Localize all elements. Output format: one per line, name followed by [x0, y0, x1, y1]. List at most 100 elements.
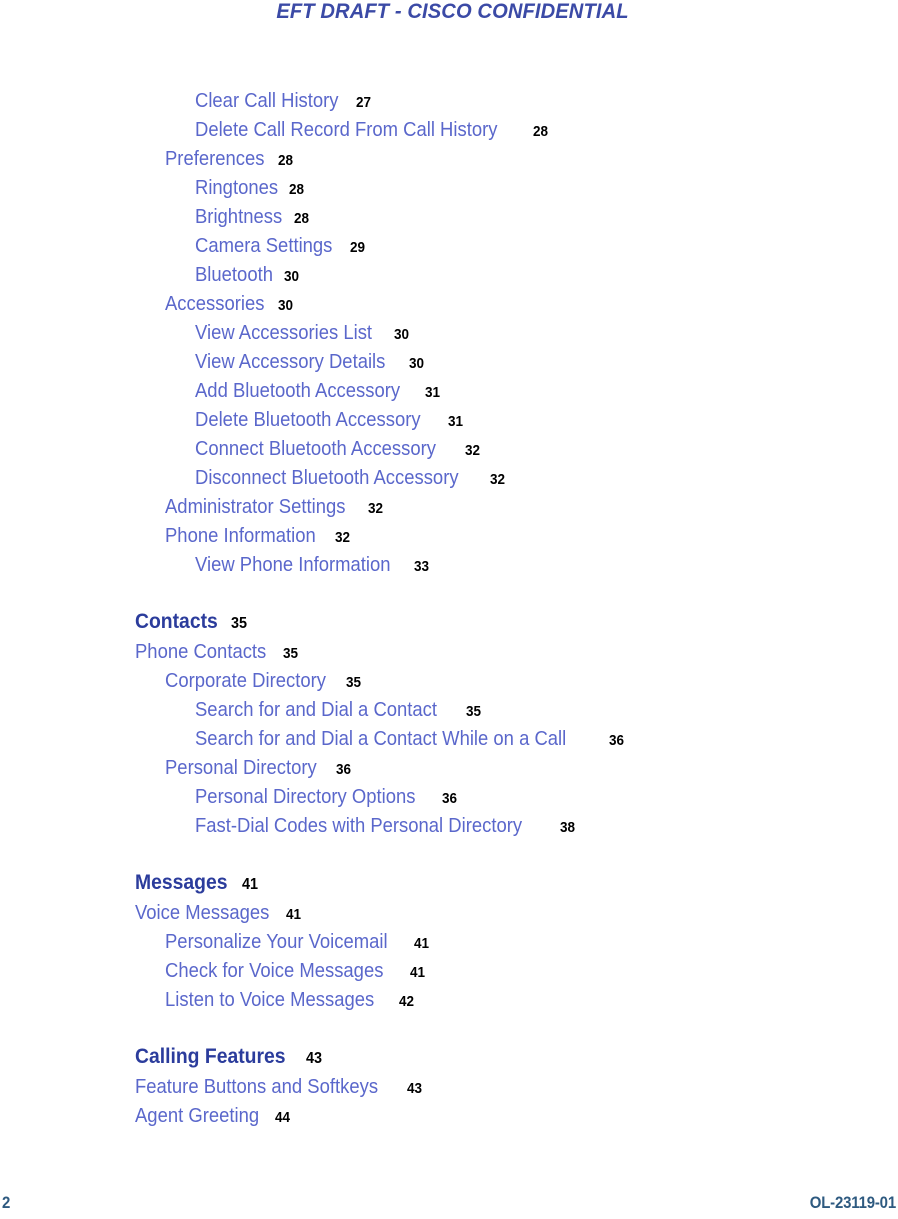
- toc-entry-page-number: 35: [345, 674, 361, 691]
- toc-entry[interactable]: Personal Directory Options 36: [0, 782, 898, 811]
- toc-entry[interactable]: Disconnect Bluetooth Accessory 32: [0, 463, 898, 492]
- toc-entry-title: Delete Bluetooth Accessory: [195, 408, 421, 431]
- toc-entry-page-number: 35: [465, 703, 481, 720]
- footer-page-number: 2: [2, 1193, 11, 1212]
- toc-entry[interactable]: Search for and Dial a Contact While on a…: [0, 724, 898, 753]
- toc-entry[interactable]: View Accessory Details 30: [0, 347, 898, 376]
- toc-entry-title: Disconnect Bluetooth Accessory: [195, 466, 459, 489]
- toc-entry-title: View Phone Information: [195, 553, 391, 576]
- toc-entry[interactable]: Phone Contacts 35: [0, 637, 898, 666]
- toc-entry-page-number: 35: [282, 645, 298, 662]
- toc-entry-title: Feature Buttons and Softkeys: [135, 1075, 379, 1098]
- toc-entry[interactable]: Search for and Dial a Contact 35: [0, 695, 898, 724]
- toc-entry[interactable]: Listen to Voice Messages 42: [0, 985, 898, 1014]
- toc-entry-title: Personal Directory Options: [195, 785, 416, 808]
- toc-entry-title: Accessories: [165, 292, 265, 315]
- toc-entry-title: Preferences: [165, 147, 265, 170]
- toc-entry[interactable]: Corporate Directory 35: [0, 666, 898, 695]
- toc-entry-page-number: 28: [277, 152, 293, 169]
- toc-entry[interactable]: Personalize Your Voicemail 41: [0, 927, 898, 956]
- toc-entry-title: Corporate Directory: [165, 669, 326, 692]
- toc-entry[interactable]: Delete Call Record From Call History 28: [0, 115, 898, 144]
- toc-entry-page-number: 35: [230, 615, 248, 632]
- toc-entry-page-number: 28: [289, 181, 305, 198]
- toc-entry[interactable]: Accessories 30: [0, 289, 898, 318]
- toc-entry-page-number: 32: [464, 442, 480, 459]
- toc-entry-page-number: 30: [408, 355, 424, 372]
- toc-entry-title: Messages: [135, 870, 228, 894]
- toc-entry-page-number: 36: [335, 761, 351, 778]
- toc-entry[interactable]: Agent Greeting 44: [0, 1101, 898, 1130]
- toc-chapter-heading[interactable]: Calling Features 43: [0, 1040, 898, 1072]
- toc-entry-title: Voice Messages: [135, 901, 270, 924]
- toc-entry-page-number: 30: [283, 268, 299, 285]
- document-page: EFT DRAFT - CISCO CONFIDENTIAL Clear Cal…: [0, 0, 898, 1219]
- toc-entry[interactable]: Administrator Settings 32: [0, 492, 898, 521]
- toc-entry-title: Phone Information: [165, 524, 316, 547]
- toc-entry-page-number: 44: [274, 1109, 290, 1126]
- toc-entry-title: Calling Features: [135, 1044, 286, 1068]
- toc-entry-title: Administrator Settings: [165, 495, 346, 518]
- toc-entry[interactable]: Connect Bluetooth Accessory 32: [0, 434, 898, 463]
- toc-entry-title: Search for and Dial a Contact: [195, 698, 438, 721]
- toc-entry[interactable]: Fast-Dial Codes with Personal Directory 3…: [0, 811, 898, 840]
- toc-entry[interactable]: Bluetooth 30: [0, 260, 898, 289]
- toc-entry-page-number: 41: [241, 876, 258, 893]
- toc-entry-page-number: 42: [399, 993, 415, 1010]
- toc-entry-page-number: 43: [306, 1050, 323, 1067]
- toc-entry-title: Personal Directory: [165, 756, 317, 779]
- toc-entry[interactable]: Personal Directory 36: [0, 753, 898, 782]
- toc-entry-title: Agent Greeting: [135, 1104, 260, 1127]
- toc-entry-page-number: 36: [609, 732, 625, 749]
- header-confidentiality-notice: EFT DRAFT - CISCO CONFIDENTIAL: [275, 0, 629, 23]
- toc-entry[interactable]: Phone Information 32: [0, 521, 898, 550]
- toc-entry-page-number: 41: [286, 906, 302, 923]
- toc-entry-page-number: 29: [349, 239, 365, 256]
- toc-entry-page-number: 32: [334, 529, 350, 546]
- toc-entry[interactable]: Delete Bluetooth Accessory 31: [0, 405, 898, 434]
- toc-entry-title: Search for and Dial a Contact While on a…: [195, 727, 567, 750]
- toc-entry[interactable]: Ringtones 28: [0, 173, 898, 202]
- table-of-contents: Clear Call History 27 Delete Call Record F…: [0, 86, 898, 1130]
- toc-chapter-heading[interactable]: Contacts 35: [0, 605, 898, 637]
- toc-entry[interactable]: View Accessories List 30: [0, 318, 898, 347]
- document-header: EFT DRAFT - CISCO CONFIDENTIAL: [0, 0, 898, 24]
- toc-entry-title: Brightness: [195, 205, 283, 228]
- footer-document-id: OL-23119-01: [809, 1193, 896, 1212]
- toc-entry-title: View Accessory Details: [195, 350, 386, 373]
- toc-entry-title: Ringtones: [195, 176, 279, 199]
- toc-entry-page-number: 31: [424, 384, 440, 401]
- toc-entry[interactable]: Check for Voice Messages 41: [0, 956, 898, 985]
- toc-entry-page-number: 41: [414, 935, 430, 952]
- toc-entry-title: Check for Voice Messages: [165, 959, 384, 982]
- toc-entry-title: Contacts: [135, 609, 218, 633]
- toc-entry-title: Fast-Dial Codes with Personal Directory: [195, 814, 523, 837]
- toc-entry-title: Bluetooth: [195, 263, 273, 286]
- toc-entry[interactable]: Feature Buttons and Softkeys 43: [0, 1072, 898, 1101]
- toc-entry[interactable]: Clear Call History 27: [0, 86, 898, 115]
- toc-entry-title: Camera Settings: [195, 234, 333, 257]
- toc-entry[interactable]: Preferences 28: [0, 144, 898, 173]
- toc-entry-title: Personalize Your Voicemail: [165, 930, 388, 953]
- toc-entry-page-number: 30: [393, 326, 409, 343]
- toc-entry-page-number: 33: [414, 558, 430, 575]
- toc-entry-title: Add Bluetooth Accessory: [195, 379, 401, 402]
- toc-entry[interactable]: View Phone Information 33: [0, 550, 898, 579]
- toc-entry[interactable]: Voice Messages 41: [0, 898, 898, 927]
- toc-entry-title: Delete Call Record From Call History: [195, 118, 498, 141]
- toc-entry-page-number: 43: [407, 1080, 423, 1097]
- toc-entry-page-number: 38: [560, 819, 576, 836]
- toc-entry-page-number: 28: [293, 210, 309, 227]
- toc-entry-page-number: 41: [409, 964, 425, 981]
- toc-entry-page-number: 36: [441, 790, 457, 807]
- toc-entry-page-number: 30: [277, 297, 293, 314]
- toc-entry[interactable]: Camera Settings 29: [0, 231, 898, 260]
- toc-entry-title: Clear Call History: [195, 89, 339, 112]
- toc-chapter-heading[interactable]: Messages 41: [0, 866, 898, 898]
- toc-entry[interactable]: Brightness 28: [0, 202, 898, 231]
- toc-entry-page-number: 31: [447, 413, 463, 430]
- toc-entry[interactable]: Add Bluetooth Accessory 31: [0, 376, 898, 405]
- toc-entry-page-number: 32: [489, 471, 505, 488]
- document-footer: 2 OL-23119-01: [0, 1179, 898, 1219]
- toc-entry-title: View Accessories List: [195, 321, 373, 344]
